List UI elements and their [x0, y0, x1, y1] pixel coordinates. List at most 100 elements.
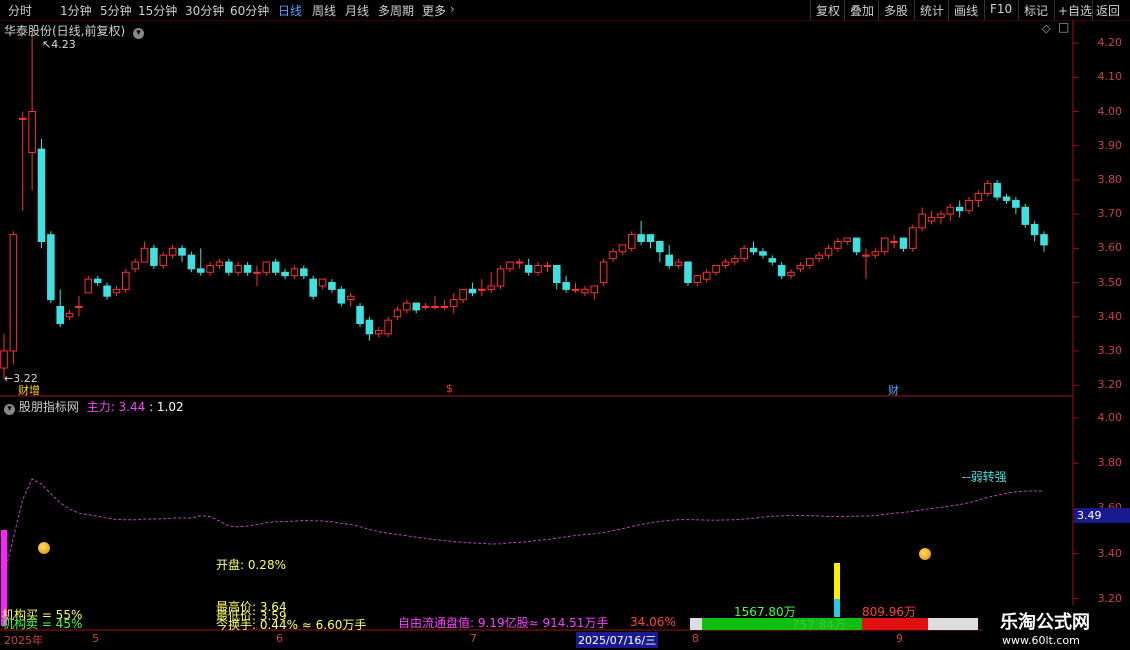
candle-body[interactable]: [937, 213, 945, 219]
candle-body[interactable]: [581, 288, 589, 294]
candle-body[interactable]: [674, 261, 683, 266]
btn-multi-stock[interactable]: 多股: [884, 2, 908, 19]
candle-body[interactable]: [318, 278, 327, 287]
candle-body[interactable]: [880, 237, 889, 253]
btn-restore-rights[interactable]: 复权: [816, 2, 840, 19]
candle-body[interactable]: [28, 111, 36, 154]
candle-body[interactable]: [459, 288, 467, 301]
candle-body[interactable]: [787, 271, 795, 277]
candle-body[interactable]: [206, 264, 214, 273]
candle-body[interactable]: [834, 240, 842, 249]
period-tab-multi[interactable]: 多周期: [378, 2, 414, 19]
candle-body[interactable]: [534, 264, 542, 273]
candle-body[interactable]: [328, 282, 336, 290]
candle-body[interactable]: [665, 254, 674, 266]
candle-body[interactable]: [524, 264, 533, 273]
candle-body[interactable]: [731, 258, 739, 263]
candle-body[interactable]: [946, 206, 955, 215]
candle-body[interactable]: [440, 305, 449, 308]
period-tab-fenshi[interactable]: 分时: [8, 2, 32, 19]
main-chart-title[interactable]: 华泰股份(日线,前复权): [4, 24, 125, 38]
candle-body[interactable]: [374, 329, 383, 335]
candle-body[interactable]: [131, 261, 139, 270]
candle-body[interactable]: [337, 288, 346, 304]
chevron-down-icon[interactable]: ▾: [133, 28, 145, 39]
candle-body[interactable]: [646, 234, 655, 242]
candle-body[interactable]: [0, 350, 8, 369]
candle-body[interactable]: [56, 305, 64, 325]
candle-body[interactable]: [1030, 223, 1039, 236]
candle-body[interactable]: [421, 305, 430, 308]
candle-body[interactable]: [84, 278, 93, 294]
candle-body[interactable]: [225, 261, 233, 273]
candle-body[interactable]: [178, 247, 186, 256]
btn-draw-line[interactable]: 画线: [954, 2, 978, 19]
kline-chart[interactable]: [0, 20, 1130, 650]
candle-body[interactable]: [843, 237, 852, 242]
candle-body[interactable]: [234, 264, 243, 273]
candle-body[interactable]: [9, 234, 18, 352]
candle-body[interactable]: [1021, 206, 1030, 225]
candle-body[interactable]: [824, 247, 833, 256]
btn-f10[interactable]: F10: [990, 2, 1012, 16]
square-icon[interactable]: □: [1058, 20, 1069, 34]
candle-body[interactable]: [909, 227, 917, 249]
candle-body[interactable]: [618, 244, 627, 253]
candle-body[interactable]: [965, 199, 973, 212]
marker-cai[interactable]: 财: [888, 382, 899, 398]
candle-body[interactable]: [759, 251, 767, 256]
indicator-title[interactable]: 股朋指标网: [19, 400, 79, 414]
candle-body[interactable]: [159, 254, 168, 266]
candle-body[interactable]: [609, 251, 617, 260]
candle-body[interactable]: [75, 305, 83, 308]
candle-body[interactable]: [356, 305, 364, 325]
candle-body[interactable]: [777, 264, 786, 277]
candle-body[interactable]: [871, 251, 880, 256]
candle-body[interactable]: [112, 288, 121, 294]
candle-body[interactable]: [93, 278, 102, 284]
candle-body[interactable]: [431, 305, 439, 308]
period-tab-1min[interactable]: 1分钟: [60, 2, 92, 19]
candle-body[interactable]: [702, 271, 711, 280]
candle-body[interactable]: [478, 288, 486, 291]
candle-body[interactable]: [749, 247, 758, 253]
candle-body[interactable]: [253, 271, 261, 274]
period-tab-weekly[interactable]: 周线: [312, 2, 336, 19]
candle-body[interactable]: [65, 312, 74, 318]
candle-body[interactable]: [590, 285, 599, 294]
marker-dollar[interactable]: $: [446, 382, 453, 395]
candle-body[interactable]: [684, 261, 692, 284]
candle-body[interactable]: [37, 148, 46, 242]
candle-body[interactable]: [150, 247, 158, 266]
candle-body[interactable]: [243, 264, 252, 273]
candle-body[interactable]: [487, 285, 495, 290]
period-tab-30min[interactable]: 30分钟: [185, 2, 224, 19]
candle-body[interactable]: [693, 275, 702, 284]
candle-body[interactable]: [890, 240, 898, 243]
candle-body[interactable]: [562, 282, 570, 290]
candle-body[interactable]: [365, 319, 374, 335]
candle-body[interactable]: [721, 261, 730, 266]
candle-body[interactable]: [599, 261, 608, 284]
period-tab-monthly[interactable]: 月线: [345, 2, 369, 19]
candle-body[interactable]: [1040, 234, 1048, 246]
candle-body[interactable]: [768, 258, 777, 263]
candle-body[interactable]: [637, 234, 645, 242]
btn-add-watchlist[interactable]: +自选: [1058, 2, 1092, 19]
candle-body[interactable]: [553, 264, 561, 284]
candle-body[interactable]: [47, 234, 55, 301]
diamond-icon[interactable]: ◇: [1042, 22, 1050, 35]
candle-body[interactable]: [468, 288, 477, 294]
candle-body[interactable]: [974, 193, 983, 201]
candle-body[interactable]: [290, 268, 299, 277]
candle-body[interactable]: [403, 302, 411, 311]
candle-body[interactable]: [543, 264, 552, 267]
candle-body[interactable]: [955, 206, 964, 212]
candle-body[interactable]: [918, 213, 926, 229]
btn-mark[interactable]: 标记: [1024, 2, 1048, 19]
candle-body[interactable]: [18, 117, 27, 120]
candle-body[interactable]: [852, 237, 861, 253]
candle-body[interactable]: [262, 261, 271, 273]
candle-body[interactable]: [506, 261, 514, 270]
candle-body[interactable]: [140, 247, 149, 263]
